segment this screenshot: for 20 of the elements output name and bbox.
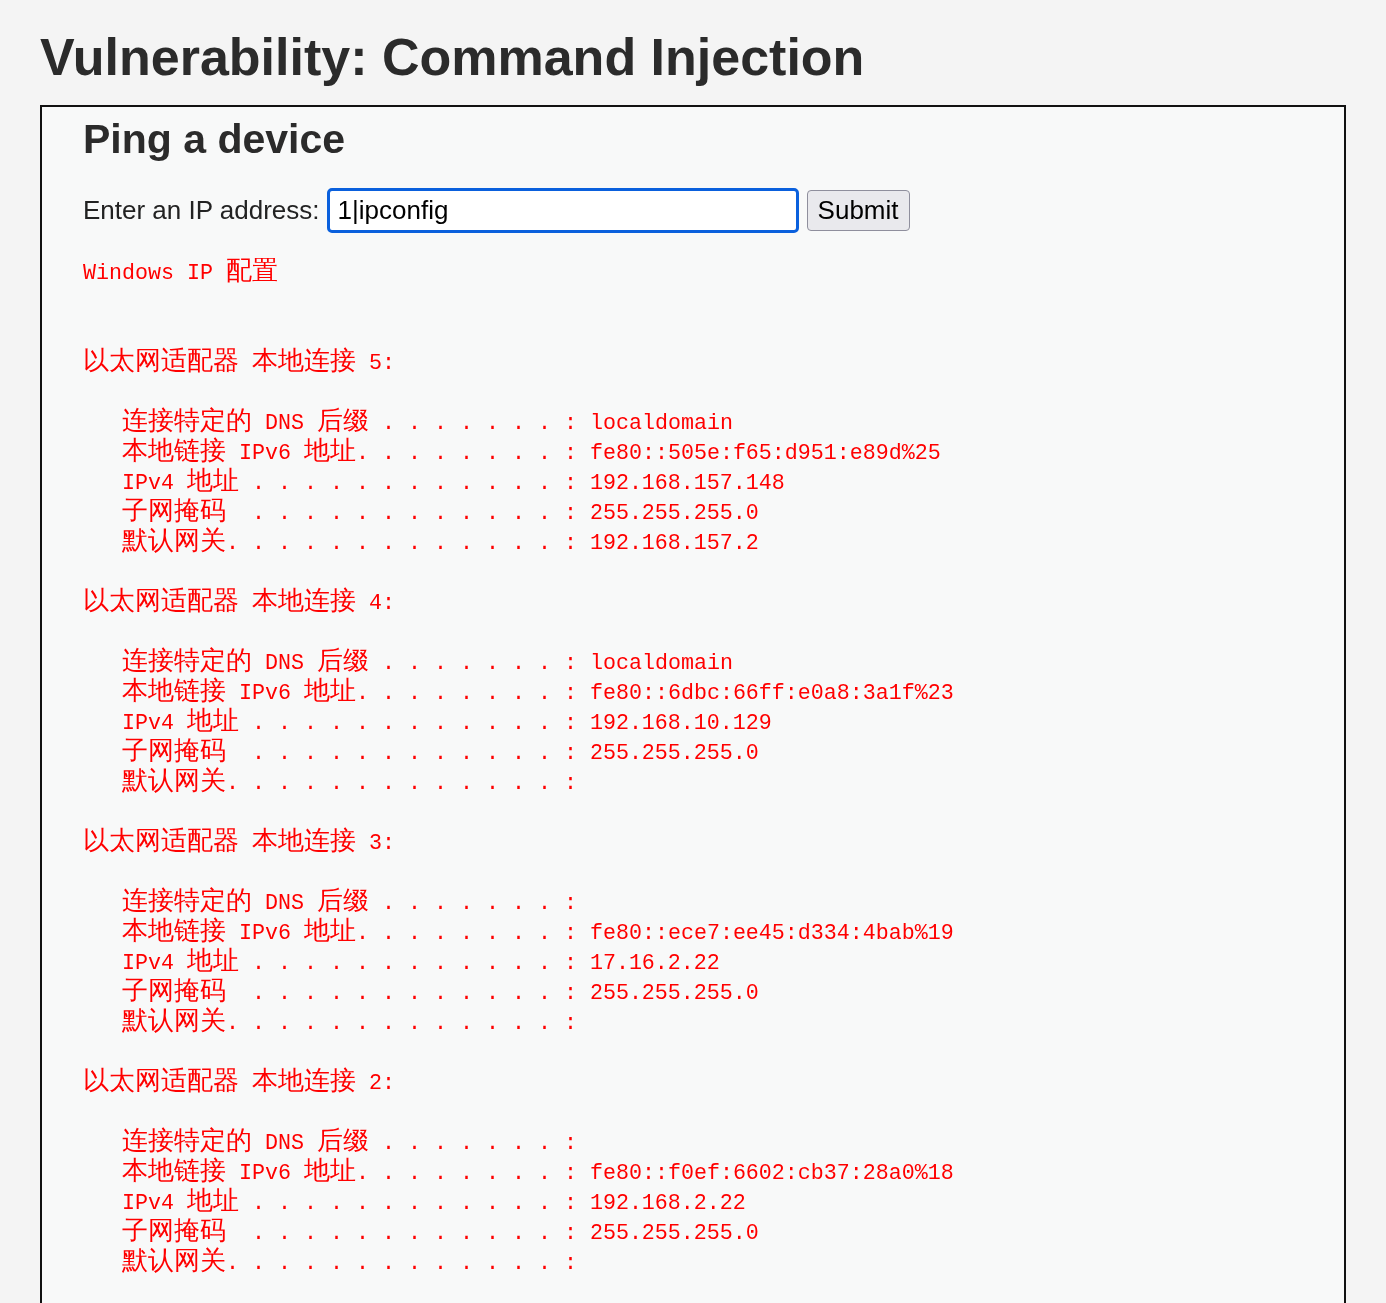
output-value: localdomain <box>589 411 733 436</box>
output-value: 17.16.2.22 <box>589 951 720 976</box>
output-value: 255.255.255.0 <box>589 1221 759 1246</box>
output-value: 192.168.157.148 <box>589 471 785 496</box>
field-label: Enter an IP address: <box>83 195 320 226</box>
output-value: fe80::6dbc:66ff:e0a8:3a1f%23 <box>589 681 954 706</box>
output-value: 255.255.255.0 <box>589 741 759 766</box>
output-value: 255.255.255.0 <box>589 981 759 1006</box>
output-value: fe80::f0ef:6602:cb37:28a0%18 <box>589 1161 954 1186</box>
output-value: 192.168.157.2 <box>589 531 759 556</box>
submit-button[interactable]: Submit <box>806 190 910 231</box>
section-heading: Ping a device <box>83 116 346 163</box>
output-value: fe80::505e:f65:d951:e89d%25 <box>589 441 941 466</box>
output-value: localdomain <box>589 651 733 676</box>
page-title: Vulnerability: Command Injection <box>40 27 865 87</box>
output-value: 192.168.2.22 <box>589 1191 746 1216</box>
ip-address-field[interactable]: 1|ipconfig <box>326 188 799 233</box>
output-value: 255.255.255.0 <box>589 501 759 526</box>
output-value: 192.168.10.129 <box>589 711 772 736</box>
output-value: fe80::ece7:ee45:d334:4bab%19 <box>589 921 954 946</box>
